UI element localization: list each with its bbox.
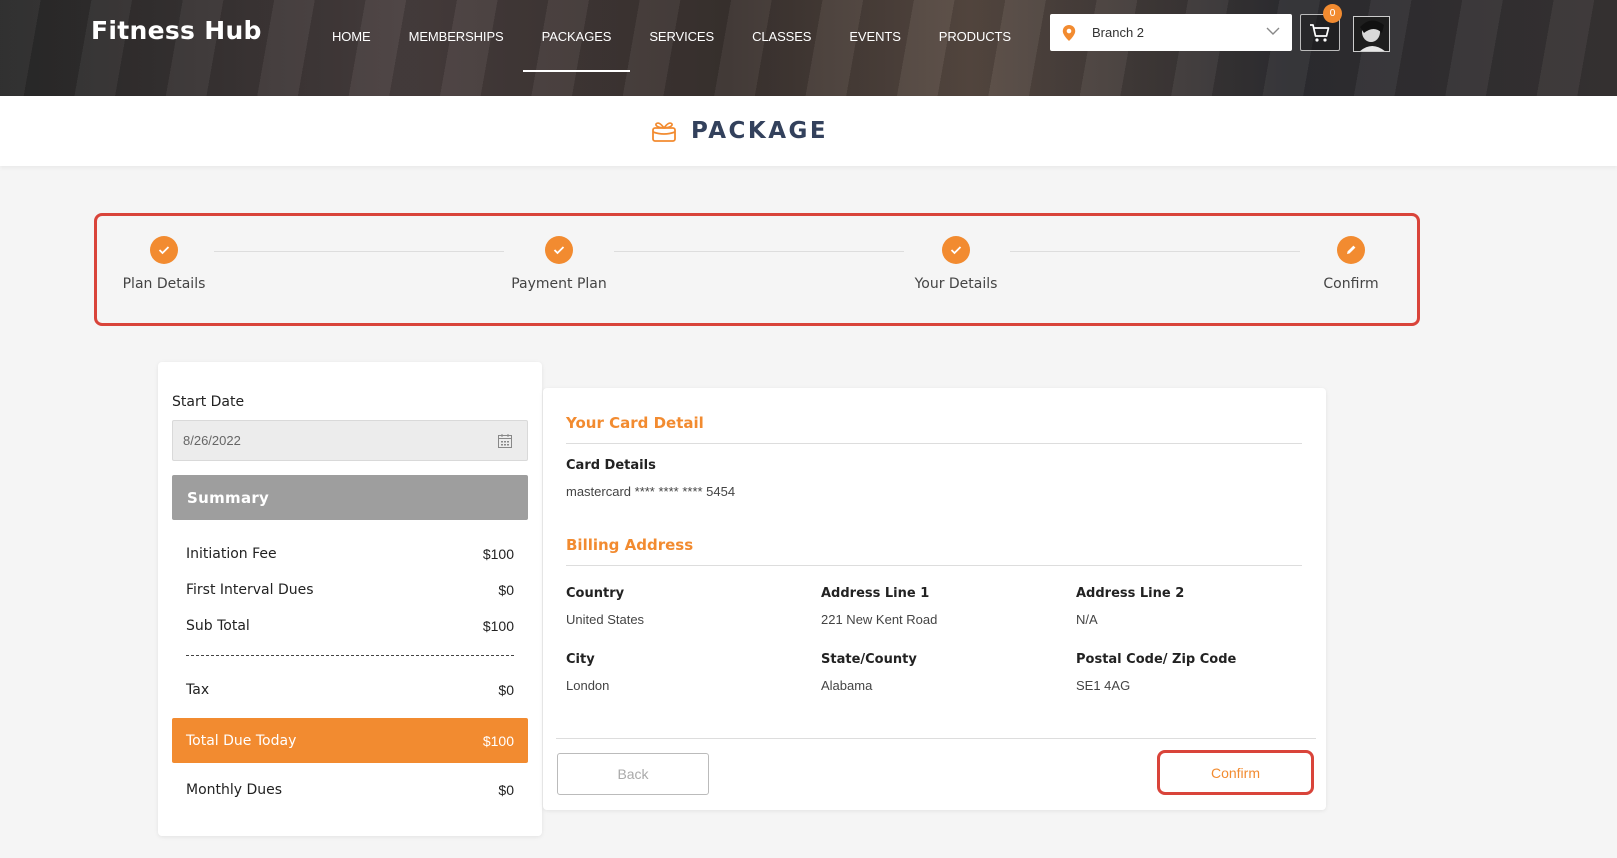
- check-icon: [545, 236, 573, 264]
- location-pin-icon: [1062, 24, 1076, 41]
- back-button[interactable]: Back: [557, 753, 709, 795]
- city-value: London: [566, 678, 610, 693]
- chevron-down-icon: [1266, 27, 1280, 35]
- page-title: PACKAGE: [651, 118, 828, 144]
- step-your-details[interactable]: Your Details: [876, 236, 1036, 292]
- start-date-value: 8/26/2022: [183, 433, 241, 448]
- step-label: Confirm: [1323, 276, 1379, 292]
- monthly-dues-value: $0: [498, 782, 514, 798]
- confirmation-details-card: Your Card Detail Card Details mastercard…: [543, 388, 1326, 810]
- summary-row-label: First Interval Dues: [186, 582, 314, 598]
- address-line2-label: Address Line 2: [1076, 586, 1185, 601]
- nav-memberships[interactable]: MEMBERSHIPS: [390, 0, 523, 72]
- step-label: Payment Plan: [511, 276, 607, 292]
- calendar-icon[interactable]: [497, 433, 513, 449]
- address-line1-label: Address Line 1: [821, 586, 930, 601]
- address-line1-value: 221 New Kent Road: [821, 612, 938, 627]
- summary-row-value: $0: [498, 682, 514, 698]
- city-label: City: [566, 652, 595, 667]
- nav-services[interactable]: SERVICES: [630, 0, 733, 72]
- summary-divider: [186, 655, 514, 656]
- summary-row: First Interval Dues $0: [186, 582, 514, 598]
- nav-home[interactable]: HOME: [313, 0, 390, 72]
- brand-logo[interactable]: Fitness Hub: [91, 16, 262, 45]
- summary-row-label: Sub Total: [186, 618, 250, 634]
- summary-row: Initiation Fee $100: [186, 546, 514, 562]
- nav-classes[interactable]: CLASSES: [733, 0, 830, 72]
- billing-address-title: Billing Address: [566, 536, 694, 554]
- country-value: United States: [566, 612, 645, 627]
- summary-row-value: $100: [482, 546, 514, 562]
- postal-code-value: SE1 4AG: [1076, 678, 1131, 693]
- total-due-value: $100: [482, 732, 514, 749]
- step-connector: [214, 251, 504, 252]
- monthly-dues-label: Monthly Dues: [186, 782, 283, 798]
- main-nav: HOME MEMBERSHIPS PACKAGES SERVICES CLASS…: [313, 0, 1030, 72]
- avatar[interactable]: [1353, 16, 1390, 52]
- state-county-value: Alabama: [821, 678, 873, 693]
- start-date-label: Start Date: [172, 394, 245, 410]
- footer-divider: [556, 738, 1316, 739]
- order-summary-card: Start Date 8/26/2022 Summary Initiation …: [158, 362, 542, 836]
- summary-row-label: Tax: [186, 682, 210, 698]
- pencil-icon: [1337, 236, 1365, 264]
- nav-products[interactable]: PRODUCTS: [920, 0, 1030, 72]
- card-details-value: mastercard **** **** **** 5454: [566, 484, 736, 499]
- section-divider: [566, 443, 1302, 444]
- step-label: Plan Details: [122, 276, 206, 292]
- total-due-row: Total Due Today $100: [172, 718, 528, 763]
- header-banner: Fitness Hub HOME MEMBERSHIPS PACKAGES SE…: [0, 0, 1617, 96]
- cart-count-badge: 0: [1323, 4, 1342, 23]
- step-confirm[interactable]: Confirm: [1271, 236, 1431, 292]
- cart-button[interactable]: 0: [1300, 4, 1342, 51]
- monthly-dues-row: Monthly Dues $0: [186, 782, 514, 798]
- summary-row-label: Initiation Fee: [186, 546, 277, 562]
- postal-code-label: Postal Code/ Zip Code: [1076, 652, 1237, 667]
- summary-row-value: $0: [498, 582, 514, 598]
- address-line2-value: N/A: [1076, 612, 1098, 627]
- checkout-stepper: Plan Details Payment Plan Your Details C…: [94, 213, 1420, 326]
- user-photo-icon: [1354, 17, 1389, 51]
- step-label: Your Details: [914, 276, 998, 292]
- check-icon: [942, 236, 970, 264]
- summary-row-value: $100: [482, 618, 514, 634]
- cart-icon: [1310, 23, 1330, 42]
- summary-row: Sub Total $100: [186, 618, 514, 634]
- nav-packages[interactable]: PACKAGES: [522, 0, 631, 72]
- country-label: Country: [566, 586, 625, 601]
- page-title-bar: PACKAGE: [0, 96, 1617, 166]
- card-detail-title: Your Card Detail: [566, 414, 704, 432]
- start-date-input[interactable]: 8/26/2022: [172, 420, 528, 461]
- step-connector: [614, 251, 904, 252]
- section-divider: [566, 565, 1302, 566]
- nav-events[interactable]: EVENTS: [830, 0, 919, 72]
- branch-select[interactable]: Branch 2: [1050, 14, 1292, 51]
- branch-selected-value: Branch 2: [1092, 25, 1145, 40]
- total-due-label: Total Due Today: [186, 732, 297, 749]
- gift-box-icon: [652, 122, 676, 142]
- confirm-button[interactable]: Confirm: [1157, 750, 1314, 795]
- step-connector: [1010, 251, 1300, 252]
- step-payment-plan[interactable]: Payment Plan: [479, 236, 639, 292]
- summary-heading: Summary: [172, 475, 528, 520]
- step-plan-details[interactable]: Plan Details: [84, 236, 244, 292]
- summary-row: Tax $0: [186, 682, 514, 698]
- card-details-label: Card Details: [566, 458, 656, 473]
- page-title-text: PACKAGE: [691, 118, 829, 144]
- check-icon: [150, 236, 178, 264]
- state-county-label: State/County: [821, 652, 917, 667]
